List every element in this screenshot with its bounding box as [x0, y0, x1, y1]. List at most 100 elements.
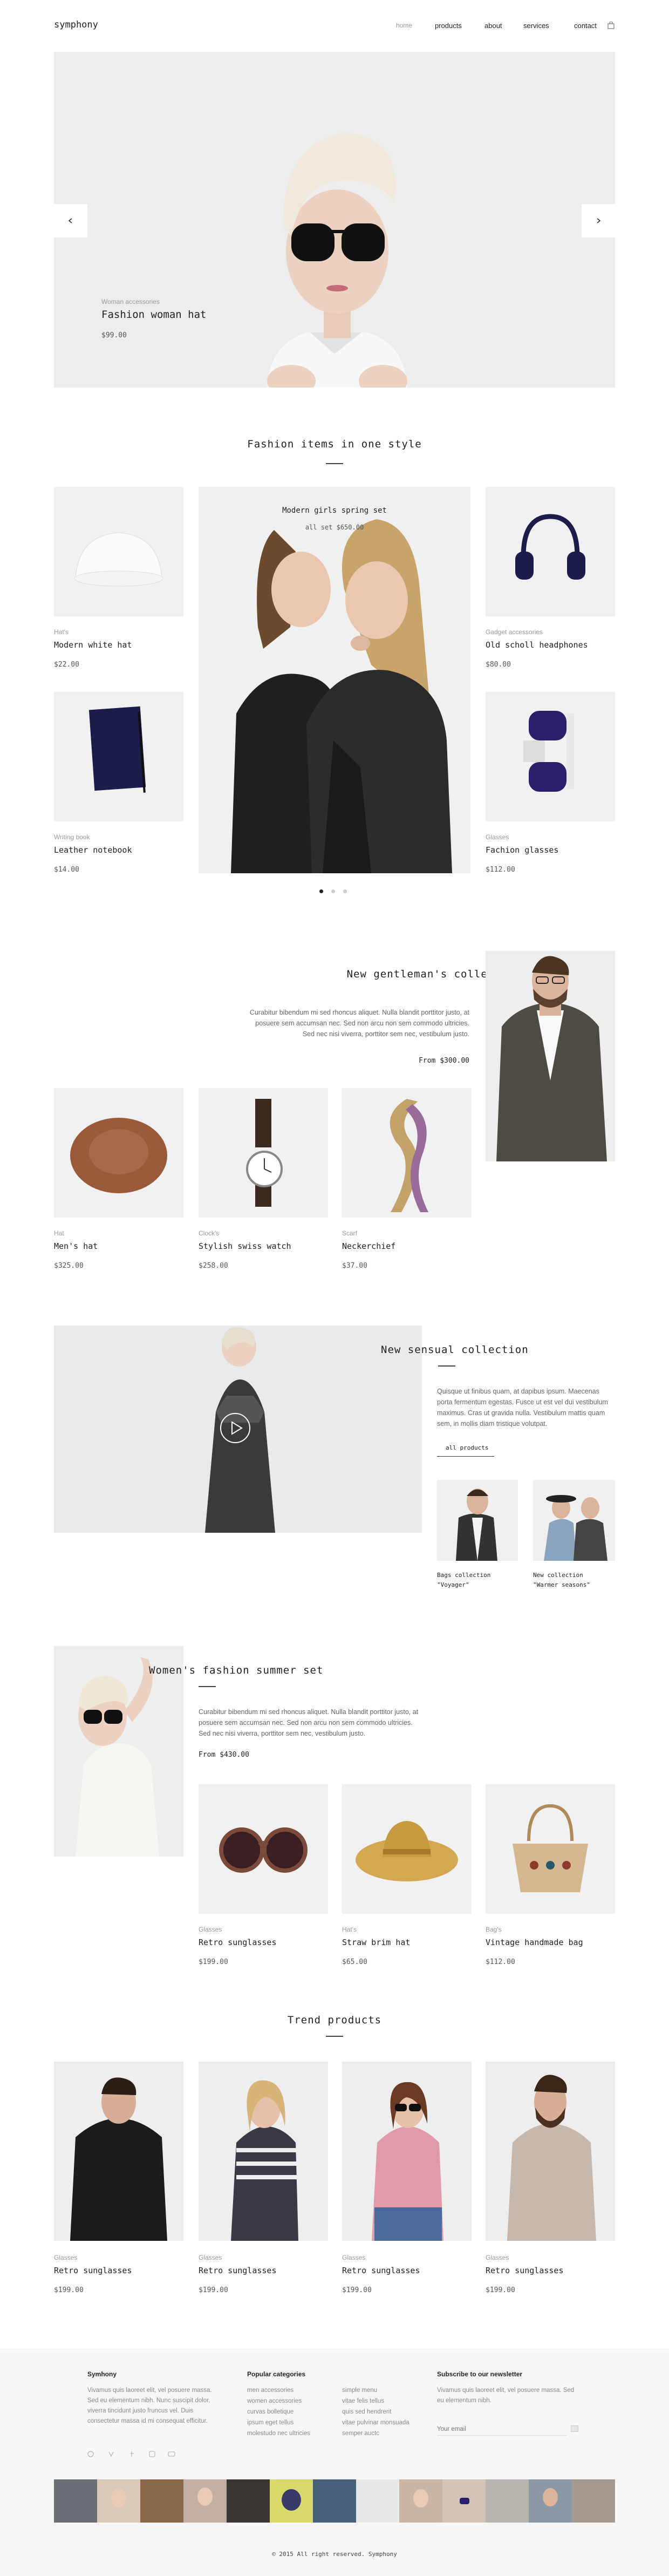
product-price: $199.00: [199, 2286, 228, 2294]
nav-about[interactable]: about: [484, 22, 502, 30]
trend-image-2[interactable]: [199, 2062, 328, 2241]
product-name[interactable]: Retro sunglasses: [199, 2266, 277, 2275]
featured-set-card[interactable]: Modern girls spring set all set $650.00: [199, 487, 470, 873]
link-underline: [437, 1456, 494, 1457]
product-name[interactable]: Retro sunglasses: [486, 2266, 564, 2275]
product-image-mens-hat[interactable]: [54, 1088, 183, 1218]
product-name[interactable]: Retro sunglasses: [54, 2266, 132, 2275]
category-link[interactable]: women accessories: [247, 2396, 302, 2407]
section-divider: [199, 1686, 216, 1687]
hero-image: [54, 52, 615, 388]
carousel-dot[interactable]: [343, 889, 347, 893]
thumb-caption[interactable]: Bags collection: [437, 1572, 490, 1579]
logo[interactable]: symphony: [54, 19, 98, 30]
product-price: $112.00: [486, 1958, 515, 1966]
product-name[interactable]: Leather notebook: [54, 845, 132, 855]
product-name[interactable]: Old scholl headphones: [486, 640, 588, 650]
product-image-headphones[interactable]: [486, 487, 615, 616]
product-price: $22.00: [54, 661, 79, 669]
social-icon-instagram[interactable]: [148, 2450, 155, 2458]
thumb-warmer-seasons[interactable]: [533, 1480, 615, 1561]
category-link[interactable]: curvas bolletique: [247, 2407, 293, 2417]
product-image-glasses[interactable]: [486, 692, 615, 821]
section-title-sensual: New sensual collection: [381, 1344, 529, 1356]
category-link[interactable]: vitae pulvinar monsuada: [342, 2418, 409, 2428]
women-summer-model-image[interactable]: [54, 1646, 183, 1857]
copyright: © 2015 All right reserved. Symphony: [272, 2551, 397, 2558]
cart-icon[interactable]: [607, 22, 615, 29]
product-image-white-hat[interactable]: [54, 487, 183, 616]
instagram-gallery: [54, 2479, 615, 2523]
product-name[interactable]: Fachion glasses: [486, 845, 558, 855]
product-image-retro-sunglasses[interactable]: [199, 1784, 328, 1914]
category-link[interactable]: semper auctc: [342, 2429, 379, 2439]
trend-image-4[interactable]: [486, 2062, 615, 2241]
nav-home[interactable]: home: [396, 22, 412, 29]
footer-newsletter-title: Subscribe to our newsletter: [437, 2370, 523, 2378]
product-image-straw-hat[interactable]: [342, 1784, 472, 1914]
sensual-video[interactable]: [54, 1326, 422, 1533]
product-category: Hat: [54, 1229, 64, 1237]
product-category: Glasses: [199, 1926, 222, 1933]
footer-brand-text: Vivamus quis laoreet elit, vel posuere m…: [87, 2387, 212, 2424]
section-price: From $430.00: [199, 1751, 249, 1759]
play-icon[interactable]: [219, 1412, 251, 1444]
newsletter-email-input[interactable]: [437, 2423, 566, 2436]
featured-set-price: all set $650.00: [305, 524, 364, 531]
product-name[interactable]: Vintage handmade bag: [486, 1938, 583, 1947]
product-name[interactable]: Modern white hat: [54, 640, 132, 650]
nav-contact[interactable]: contact: [574, 22, 597, 30]
product-name[interactable]: Stylish swiss watch: [199, 1241, 291, 1251]
category-link[interactable]: quis sed hendrerit: [342, 2407, 391, 2417]
thumb-caption[interactable]: New collection: [533, 1572, 583, 1579]
category-link[interactable]: vitae felis tellus: [342, 2396, 384, 2407]
footer-newsletter-text: Vivamus quis laoreet elit, vel posuere m…: [437, 2387, 575, 2404]
slider-prev-button[interactable]: [54, 204, 87, 237]
category-link[interactable]: simple menu: [342, 2385, 377, 2396]
product-image-neckerchief[interactable]: [342, 1088, 472, 1218]
slider-next-button[interactable]: [582, 204, 615, 237]
product-name[interactable]: Straw brim hat: [342, 1938, 410, 1947]
product-price: $199.00: [199, 1958, 228, 1966]
thumb-bags-collection[interactable]: [437, 1480, 518, 1561]
product-price: $14.00: [54, 866, 79, 874]
all-products-link[interactable]: all products: [446, 1444, 488, 1451]
product-name[interactable]: Men's hat: [54, 1241, 98, 1251]
carousel-dot-active[interactable]: [319, 889, 323, 893]
nav-services[interactable]: services: [523, 22, 549, 30]
product-category: Clock's: [199, 1229, 220, 1237]
social-links: [87, 2450, 195, 2458]
product-image-handmade-bag[interactable]: [486, 1784, 615, 1914]
section-description: Curabitur bibendum mi sed rhoncus alique…: [199, 1708, 419, 1737]
footer-categories-title: Popular categories: [247, 2370, 306, 2378]
product-category: Hat's: [54, 628, 69, 636]
gentleman-model-image[interactable]: [486, 951, 615, 1161]
featured-set-image: [199, 487, 470, 873]
send-icon[interactable]: [571, 2425, 578, 2432]
thumb-caption[interactable]: "Warmer seasons": [533, 1581, 590, 1588]
social-icon-dribbble[interactable]: [87, 2450, 95, 2458]
category-link[interactable]: men accessories: [247, 2385, 293, 2396]
section-divider: [326, 463, 343, 464]
social-icon-facebook[interactable]: [128, 2450, 136, 2458]
product-image-watch[interactable]: [199, 1088, 328, 1218]
product-category: Writing book: [54, 833, 90, 841]
social-icon-vimeo[interactable]: [107, 2450, 114, 2458]
product-name[interactable]: Neckerchief: [342, 1241, 395, 1251]
category-link[interactable]: molestudo nec ultricies: [247, 2429, 310, 2439]
section-title-summer-set: Women's fashion summer set: [149, 1664, 324, 1676]
product-image-notebook[interactable]: [54, 692, 183, 821]
product-category: Bag's: [486, 1926, 502, 1933]
product-name[interactable]: Retro sunglasses: [199, 1938, 277, 1947]
nav-products[interactable]: products: [435, 22, 462, 30]
product-name[interactable]: Retro sunglasses: [342, 2266, 420, 2275]
trend-image-3[interactable]: [342, 2062, 472, 2241]
carousel-dot[interactable]: [331, 889, 335, 893]
social-icon-youtube[interactable]: [167, 2450, 176, 2458]
category-link[interactable]: ipsum eget tellus: [247, 2418, 293, 2428]
featured-set-title: Modern girls spring set: [282, 506, 387, 515]
hero-title[interactable]: Fashion woman hat: [101, 309, 206, 321]
product-price: $112.00: [486, 866, 515, 874]
trend-image-1[interactable]: [54, 2062, 183, 2241]
thumb-caption[interactable]: "Voyager": [437, 1581, 469, 1588]
